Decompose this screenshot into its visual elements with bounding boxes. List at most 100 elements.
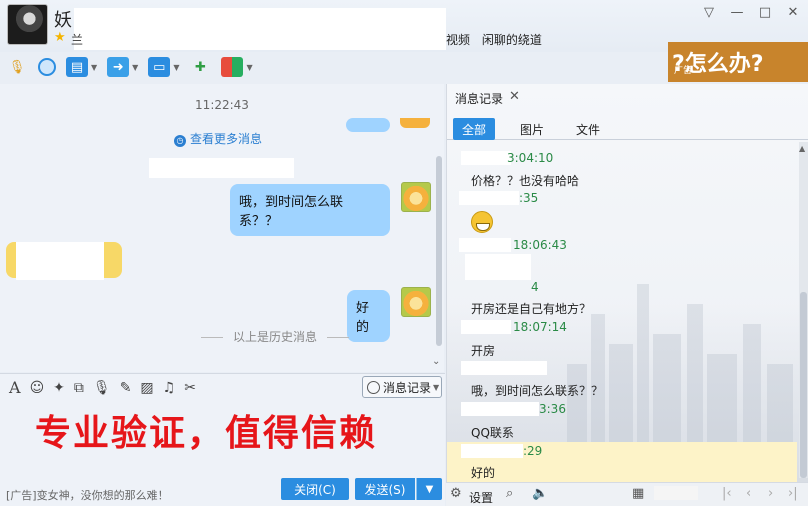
tab-all[interactable]: 全部 xyxy=(453,118,495,140)
chevron-down-icon: ▼ xyxy=(246,62,253,72)
history-panel: 消息记录 ✕ 全部 图片 文件 3:04:10 价格？？也没有哈哈 :35 18… xyxy=(446,84,808,482)
redaction-mask xyxy=(461,361,547,375)
history-time: 3:36 xyxy=(539,402,566,416)
history-time: 18:07:14 xyxy=(513,320,567,334)
history-time: 18:06:43 xyxy=(513,238,567,252)
emoji-icon[interactable]: ☺ xyxy=(30,380,45,396)
search-icon[interactable]: ⌕ xyxy=(506,486,513,501)
chevron-down-icon: ▼ xyxy=(91,62,98,72)
message-history-button[interactable]: 消息记录 ▼ xyxy=(362,376,442,398)
history-message: 哦，到时间怎么联系？？ xyxy=(471,384,604,398)
close-icon[interactable]: ✕ xyxy=(786,5,800,20)
ad-text-link[interactable]: [广告]变女神，没你想的那么难！ xyxy=(6,487,169,503)
edit-icon[interactable]: ✎ xyxy=(120,380,132,396)
gear-icon[interactable]: ⚙ xyxy=(450,486,462,501)
folder-arrow-icon: ➜ xyxy=(107,57,130,77)
tab-files[interactable]: 文件 xyxy=(567,118,609,140)
last-page-icon[interactable]: ›| xyxy=(788,486,798,501)
scroll-down-icon[interactable]: ⌄ xyxy=(432,356,440,367)
redaction-mask xyxy=(461,402,539,416)
contact-signature: 兰 xyxy=(71,33,84,47)
close-icon[interactable]: ✕ xyxy=(509,89,520,104)
chat-scrollbar[interactable] xyxy=(436,156,442,346)
maximize-icon[interactable]: □ xyxy=(758,5,772,20)
ad-banner[interactable]: ?怎么办? 广告 xyxy=(668,42,808,82)
send-file-button[interactable]: ➜ ▼ xyxy=(107,57,138,77)
video-call-button[interactable] xyxy=(38,58,56,76)
send-button[interactable]: 发送(S) xyxy=(355,478,415,500)
clock-icon: ◷ xyxy=(174,135,186,147)
history-time: :35 xyxy=(519,191,539,205)
header-link-video[interactable]: 视频 xyxy=(446,33,470,47)
chat-panel: 11:22:43 ◷ 查看更多消息 哦，到时间怎么联系？？ 好的 以上是历史消息 … xyxy=(0,84,444,372)
history-time: :29 xyxy=(523,444,543,458)
history-message: 开房还是自己有地方？ xyxy=(471,302,592,316)
image-icon[interactable]: ▨ xyxy=(140,380,153,396)
tiger-avatar[interactable] xyxy=(401,287,431,317)
close-button[interactable]: 关闭(C) xyxy=(281,478,349,500)
redaction-mask xyxy=(461,320,511,334)
tab-images[interactable]: 图片 xyxy=(511,118,553,140)
scroll-up-icon[interactable]: ▲ xyxy=(799,144,805,153)
dropdown-icon[interactable]: ▽ xyxy=(702,5,716,20)
chevron-down-icon: ▼ xyxy=(433,382,440,392)
scissors-icon[interactable]: ✂ xyxy=(184,380,196,396)
calendar-icon[interactable]: ▦ xyxy=(632,486,644,501)
first-page-icon[interactable]: |‹ xyxy=(722,486,732,501)
chat-timestamp: 11:22:43 xyxy=(195,98,249,112)
music-icon[interactable]: ♫ xyxy=(163,380,176,396)
microphone-icon[interactable]: 🎙 xyxy=(93,380,111,396)
chevron-down-icon: ▼ xyxy=(132,62,139,72)
message-plus-icon: ✚ xyxy=(195,59,206,75)
remote-assist-button[interactable]: ▤ ▼ xyxy=(66,57,97,77)
redaction-mask xyxy=(149,158,294,178)
history-message: 好的 xyxy=(471,466,496,480)
avatar[interactable] xyxy=(7,4,48,45)
screen-chart-icon: ▤ xyxy=(66,57,88,77)
webcam-icon xyxy=(38,58,56,76)
history-bottom-bar xyxy=(446,482,808,506)
microphone-icon: 🎙 xyxy=(8,59,26,75)
contact-name: 妖 xyxy=(54,10,72,31)
history-title: 消息记录 xyxy=(455,92,504,106)
speaker-icon[interactable]: 🔈 xyxy=(532,486,548,501)
top-toolbar: 🎙 ▤ ▼ ➜ ▼ ▭ ▼ ✚ ▼ xyxy=(0,52,445,82)
share-screen-button[interactable]: ▭ ▼ xyxy=(148,57,179,77)
settings-label[interactable]: 设置 xyxy=(469,489,493,506)
watermark-text: 专业验证，值得信赖 xyxy=(35,412,378,454)
window-controls: ▽ — □ ✕ xyxy=(702,5,800,20)
history-time: 3:04:10 xyxy=(507,151,554,165)
history-scrollbar-thumb[interactable] xyxy=(800,292,807,478)
history-message: QQ联系 xyxy=(471,426,514,440)
header-link-chat[interactable]: 闲聊的绕道 xyxy=(482,33,542,47)
tiger-avatar[interactable] xyxy=(401,182,431,212)
voice-call-button[interactable]: 🎙 xyxy=(6,57,28,77)
redaction-mask xyxy=(459,191,519,205)
more-messages-link[interactable]: ◷ 查看更多消息 xyxy=(174,130,262,147)
prev-page-icon[interactable]: ‹ xyxy=(746,486,751,501)
history-message: 开房 xyxy=(471,344,496,358)
apps-button[interactable]: ▼ xyxy=(221,57,253,77)
redaction-mask xyxy=(465,254,531,280)
minimize-icon[interactable]: — xyxy=(730,5,744,20)
screenshot-icon[interactable]: ⧉ xyxy=(74,380,84,396)
redaction-mask xyxy=(654,486,698,500)
redaction-mask xyxy=(459,238,511,252)
message-add-button[interactable]: ✚ xyxy=(189,57,211,77)
history-message: 价格？？也没有哈哈 xyxy=(471,174,580,188)
tiger-avatar[interactable] xyxy=(400,118,430,128)
grin-emoji-icon xyxy=(471,211,493,233)
header-links: 视频 闲聊的绕道 xyxy=(446,31,550,48)
redaction-mask xyxy=(461,444,523,458)
message-bubble: 哦，到时间怎么联系？？ xyxy=(230,184,390,236)
font-icon[interactable]: A xyxy=(9,378,21,397)
partial-bubble xyxy=(346,118,390,132)
redaction-mask xyxy=(461,151,511,165)
redaction-mask xyxy=(16,242,104,280)
history-time: 4 xyxy=(531,280,539,294)
next-page-icon[interactable]: › xyxy=(768,486,773,501)
clock-icon xyxy=(367,380,380,394)
magic-wand-icon[interactable]: ✦ xyxy=(53,380,65,396)
monitor-icon: ▭ xyxy=(148,57,171,77)
send-options-button[interactable]: ▼ xyxy=(416,478,442,500)
